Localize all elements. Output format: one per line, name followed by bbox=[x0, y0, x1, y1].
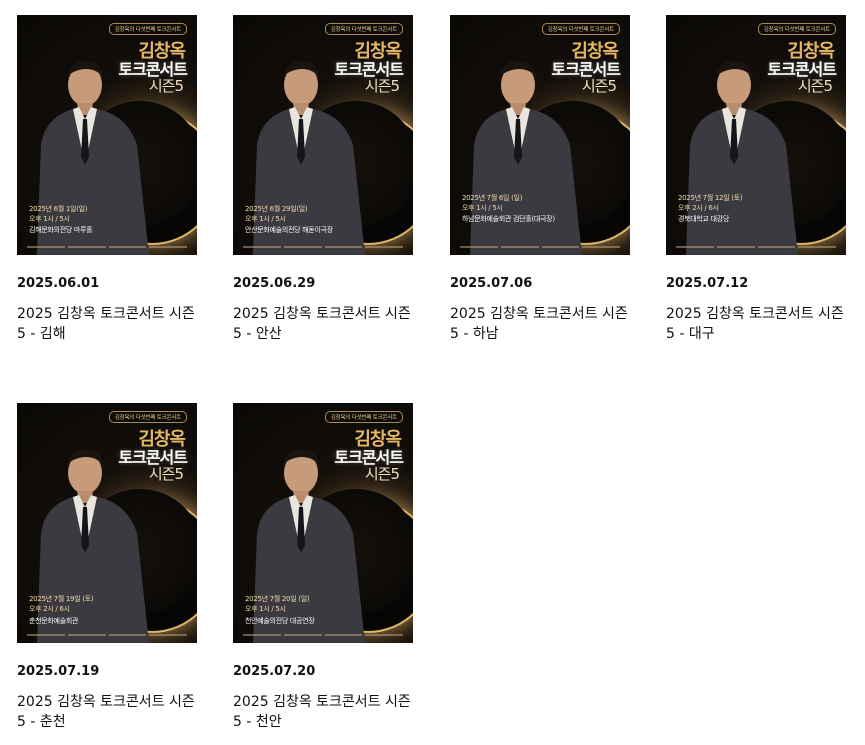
event-poster-image[interactable]: 김창옥의 다섯번째 토크콘서트 김창옥 토크콘서트 시즌5 2025년 6월 1… bbox=[17, 15, 197, 255]
event-title[interactable]: 2025 김창옥 토크콘서트 시즌5 - 김해 bbox=[17, 304, 199, 344]
event-card[interactable]: 김창옥의 다섯번째 토크콘서트 김창옥 토크콘서트 시즌5 2025년 6월 1… bbox=[17, 15, 213, 344]
poster-show-date: 2025년 6월 29일(일) bbox=[245, 205, 308, 213]
poster-show-date: 2025년 7월 20일 (일) bbox=[245, 595, 310, 603]
poster-show-date: 2025년 7월 12일 (토) bbox=[678, 194, 743, 202]
event-date: 2025.06.01 bbox=[17, 276, 100, 291]
event-date: 2025.06.29 bbox=[233, 276, 316, 291]
poster-season: 시즌5 bbox=[148, 465, 184, 483]
poster-show-time: 오후 2시 / 6시 bbox=[678, 204, 719, 212]
poster-venue: 하남문화예술회관 검단홀(대극장) bbox=[462, 215, 555, 223]
poster-tag: 김창옥의 다섯번째 토크콘서트 bbox=[541, 23, 620, 35]
poster-tag: 김창옥의 다섯번째 토크콘서트 bbox=[324, 411, 403, 423]
event-date: 2025.07.20 bbox=[233, 664, 316, 679]
poster-season: 시즌5 bbox=[364, 465, 400, 483]
event-title[interactable]: 2025 김창옥 토크콘서트 시즌 5 - 안산 bbox=[233, 304, 415, 344]
event-date: 2025.07.19 bbox=[17, 664, 100, 679]
poster-tag: 김창옥의 다섯번째 토크콘서트 bbox=[757, 23, 836, 35]
event-poster-image[interactable]: 김창옥의 다섯번째 토크콘서트 김창옥 토크콘서트 시즌5 2025년 7월 1… bbox=[17, 403, 197, 643]
event-poster-image[interactable]: 김창옥의 다섯번째 토크콘서트 김창옥 토크콘서트 시즌5 2025년 7월 1… bbox=[666, 15, 846, 255]
poster-venue: 안산문화예술의전당 해돋이극장 bbox=[245, 226, 333, 234]
poster-show-time: 오후 1시 / 5시 bbox=[245, 605, 286, 613]
poster-footer bbox=[460, 244, 620, 250]
event-card[interactable]: 김창옥의 다섯번째 토크콘서트 김창옥 토크콘서트 시즌5 2025년 7월 1… bbox=[666, 15, 862, 344]
event-card[interactable]: 김창옥의 다섯번째 토크콘서트 김창옥 토크콘서트 시즌5 2025년 7월 6… bbox=[450, 15, 646, 344]
poster-venue: 천안예술의전당 대공연장 bbox=[245, 617, 315, 625]
event-title[interactable]: 2025 김창옥 토크콘서트 시즌5 - 하남 bbox=[450, 304, 632, 344]
poster-season: 시즌5 bbox=[148, 77, 184, 95]
poster-season: 시즌5 bbox=[581, 77, 617, 95]
event-title[interactable]: 2025 김창옥 토크콘서트 시즌5 - 춘천 bbox=[17, 692, 199, 732]
event-card[interactable]: 김창옥의 다섯번째 토크콘서트 김창옥 토크콘서트 시즌5 2025년 6월 2… bbox=[233, 15, 429, 344]
poster-venue: 김해문화의전당 마루홀 bbox=[29, 226, 93, 234]
poster-show-time: 오후 1시 / 5시 bbox=[29, 215, 70, 223]
event-title[interactable]: 2025 김창옥 토크콘서트 시즌5 - 대구 bbox=[666, 304, 848, 344]
event-poster-image[interactable]: 김창옥의 다섯번째 토크콘서트 김창옥 토크콘서트 시즌5 2025년 7월 6… bbox=[450, 15, 630, 255]
poster-season: 시즌5 bbox=[364, 77, 400, 95]
event-card[interactable]: 김창옥의 다섯번째 토크콘서트 김창옥 토크콘서트 시즌5 2025년 7월 2… bbox=[233, 403, 429, 732]
poster-show-date: 2025년 7월 19일 (토) bbox=[29, 595, 94, 603]
poster-venue: 경북대학교 대강당 bbox=[678, 215, 730, 223]
event-card[interactable]: 김창옥의 다섯번째 토크콘서트 김창옥 토크콘서트 시즌5 2025년 7월 1… bbox=[17, 403, 213, 732]
poster-tag: 김창옥의 다섯번째 토크콘서트 bbox=[108, 23, 187, 35]
poster-show-time: 오후 1시 / 5시 bbox=[245, 215, 286, 223]
event-poster-image[interactable]: 김창옥의 다섯번째 토크콘서트 김창옥 토크콘서트 시즌5 2025년 6월 2… bbox=[233, 15, 413, 255]
poster-footer bbox=[676, 244, 836, 250]
poster-tag: 김창옥의 다섯번째 토크콘서트 bbox=[324, 23, 403, 35]
event-date: 2025.07.06 bbox=[450, 276, 533, 291]
poster-show-date: 2025년 6월 1일(일) bbox=[29, 205, 88, 213]
event-date: 2025.07.12 bbox=[666, 276, 749, 291]
event-poster-image[interactable]: 김창옥의 다섯번째 토크콘서트 김창옥 토크콘서트 시즌5 2025년 7월 2… bbox=[233, 403, 413, 643]
poster-show-date: 2025년 7월 6일 (일) bbox=[462, 194, 523, 202]
poster-tag: 김창옥의 다섯번째 토크콘서트 bbox=[108, 411, 187, 423]
poster-footer bbox=[27, 632, 187, 638]
poster-footer bbox=[243, 632, 403, 638]
poster-venue: 춘천문화예술회관 bbox=[29, 617, 79, 625]
event-title[interactable]: 2025 김창옥 토크콘서트 시즌5 - 천안 bbox=[233, 692, 415, 732]
poster-footer bbox=[243, 244, 403, 250]
poster-show-time: 오후 2시 / 6시 bbox=[29, 605, 70, 613]
poster-season: 시즌5 bbox=[797, 77, 833, 95]
poster-show-time: 오후 1시 / 5시 bbox=[462, 204, 503, 212]
poster-footer bbox=[27, 244, 187, 250]
